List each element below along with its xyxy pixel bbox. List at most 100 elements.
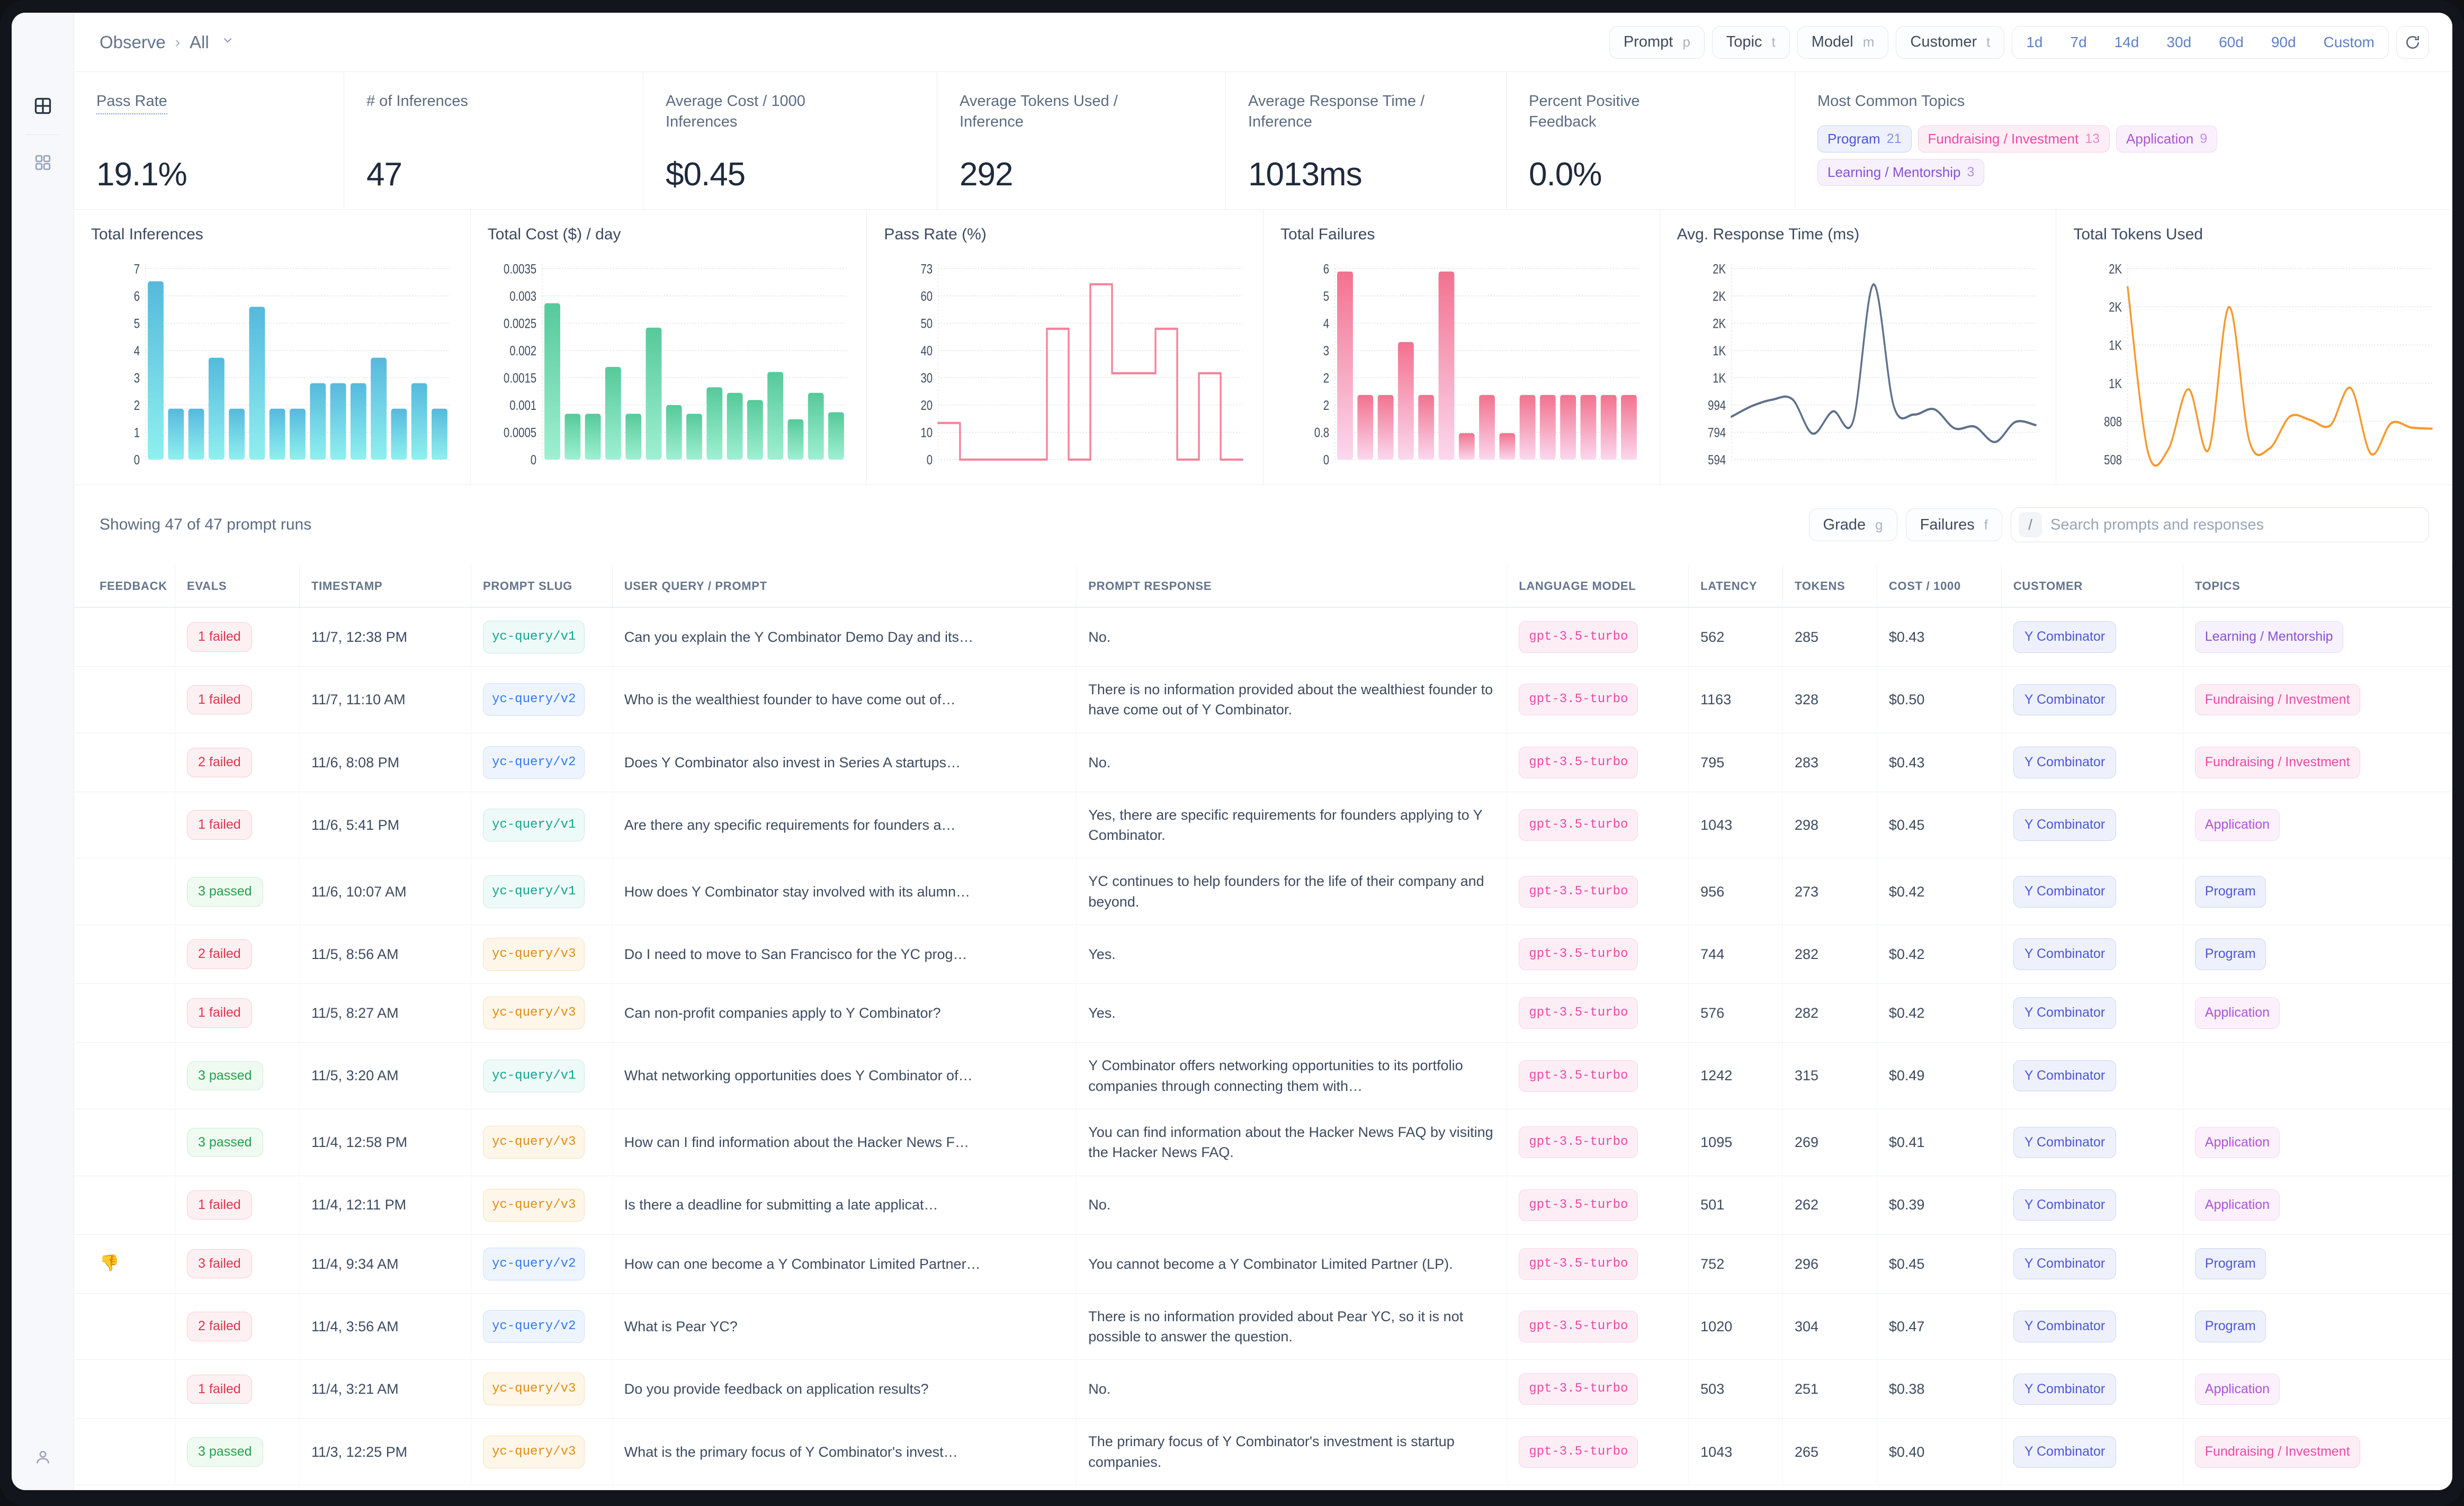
- table-row[interactable]: 3 passed 11/6, 10:07 AM yc-query/v1 How doe…: [74, 858, 2452, 926]
- evals-badge[interactable]: 3 failed: [187, 1249, 252, 1279]
- customer-chip[interactable]: Y Combinator: [2013, 1189, 2117, 1221]
- search-input[interactable]: [2050, 516, 2421, 534]
- col-topics[interactable]: TOPICS: [2183, 564, 2452, 608]
- table-row[interactable]: 2 failed 11/4, 3:56 AM yc-query/v2 What is …: [74, 1293, 2452, 1360]
- prompt-slug-chip[interactable]: yc-query/v3: [482, 1373, 585, 1406]
- customer-chip[interactable]: Y Combinator: [2013, 621, 2117, 653]
- col-prompt-response[interactable]: PROMPT RESPONSE: [1076, 564, 1508, 608]
- evals-badge[interactable]: 1 failed: [187, 998, 252, 1028]
- prompt-slug-chip[interactable]: yc-query/v2: [482, 683, 585, 716]
- topic-chip[interactable]: Learning / Mentorship 3: [1817, 159, 1985, 186]
- grade-button[interactable]: Grade g: [1808, 508, 1897, 541]
- evals-badge[interactable]: 2 failed: [187, 939, 252, 969]
- table-row[interactable]: 1 failed 11/6, 5:41 PM yc-query/v1 Are ther…: [74, 792, 2452, 859]
- dashboard-grid-icon[interactable]: [29, 92, 57, 120]
- prompt-slug-chip[interactable]: yc-query/v1: [482, 809, 585, 842]
- prompt-slug-chip[interactable]: yc-query/v3: [482, 1188, 585, 1222]
- range-1d[interactable]: 1d: [2012, 26, 2056, 58]
- customer-chip[interactable]: Y Combinator: [2013, 1436, 2117, 1468]
- topic-chip[interactable]: Fundraising / Investment: [2194, 684, 2360, 716]
- customer-chip[interactable]: Y Combinator: [2013, 1373, 2117, 1405]
- language-model-chip[interactable]: gpt-3.5-turbo: [1519, 997, 1638, 1029]
- topic-chip[interactable]: Application: [2194, 1126, 2280, 1159]
- topic-chip[interactable]: Program: [2194, 876, 2266, 908]
- customer-chip[interactable]: Y Combinator: [2013, 809, 2117, 841]
- col-language-model[interactable]: LANGUAGE MODEL: [1507, 564, 1689, 608]
- col-feedback[interactable]: FEEDBACK: [74, 564, 176, 608]
- col-cost[interactable]: COST / 1000: [1877, 564, 2002, 608]
- table-row[interactable]: 1 failed 11/7, 11:10 AM yc-query/v2 Who is …: [74, 666, 2452, 733]
- topic-chip[interactable]: Program: [2194, 938, 2266, 970]
- breadcrumb-all[interactable]: All: [190, 32, 209, 52]
- customer-chip[interactable]: Y Combinator: [2013, 1311, 2117, 1342]
- customer-chip[interactable]: Y Combinator: [2013, 1248, 2117, 1280]
- topic-chip[interactable]: Program 21: [1817, 126, 1912, 153]
- evals-badge[interactable]: 1 failed: [187, 810, 252, 840]
- col-timestamp[interactable]: TIMESTAMP: [299, 564, 471, 608]
- evals-badge[interactable]: 3 passed: [187, 1437, 263, 1467]
- col-evals[interactable]: EVALS: [175, 564, 300, 608]
- prompt-slug-chip[interactable]: yc-query/v1: [482, 1059, 585, 1092]
- range-60d[interactable]: 60d: [2205, 26, 2257, 58]
- topic-chip[interactable]: Application: [2194, 1189, 2280, 1221]
- breadcrumb-observe[interactable]: Observe: [100, 32, 166, 52]
- evals-badge[interactable]: 1 failed: [187, 1374, 252, 1404]
- thumbs-down-icon[interactable]: 👎: [100, 1254, 119, 1272]
- customer-chip[interactable]: Y Combinator: [2013, 1126, 2117, 1159]
- table-row[interactable]: 3 passed 11/4, 12:58 PM yc-query/v3 How can…: [74, 1109, 2452, 1176]
- topic-chip[interactable]: Program: [2194, 1311, 2266, 1342]
- evals-badge[interactable]: 1 failed: [187, 1190, 252, 1220]
- prompt-slug-chip[interactable]: yc-query/v2: [482, 1247, 585, 1280]
- evals-badge[interactable]: 3 passed: [187, 1127, 263, 1158]
- language-model-chip[interactable]: gpt-3.5-turbo: [1519, 746, 1638, 778]
- topic-chip[interactable]: Learning / Mentorship: [2194, 621, 2343, 653]
- evals-badge[interactable]: 3 passed: [187, 877, 263, 907]
- topic-chip[interactable]: Program: [2194, 1248, 2266, 1280]
- table-row[interactable]: 👎 3 failed 11/4, 9:34 AM yc-query/v2 How can…: [74, 1234, 2452, 1294]
- customer-chip[interactable]: Y Combinator: [2013, 684, 2117, 716]
- table-row[interactable]: 1 failed 11/5, 8:27 AM yc-query/v3 Can non-…: [74, 983, 2452, 1043]
- table-row[interactable]: 2 failed 11/6, 8:08 PM yc-query/v2 Does Y C…: [74, 733, 2452, 792]
- customer-chip[interactable]: Y Combinator: [2013, 938, 2117, 970]
- prompt-slug-chip[interactable]: yc-query/v3: [482, 938, 585, 971]
- topic-chip[interactable]: Fundraising / Investment: [2194, 1436, 2360, 1468]
- evals-badge[interactable]: 2 failed: [187, 1312, 252, 1341]
- table-row[interactable]: 1 failed 11/4, 12:11 PM yc-query/v3 Is ther…: [74, 1176, 2452, 1235]
- col-customer[interactable]: CUSTOMER: [2001, 564, 2183, 608]
- filter-model-button[interactable]: Model m: [1797, 25, 1889, 59]
- col-latency[interactable]: LATENCY: [1688, 564, 1783, 608]
- language-model-chip[interactable]: gpt-3.5-turbo: [1519, 809, 1638, 841]
- topic-chip[interactable]: Application: [2194, 1373, 2280, 1405]
- customer-chip[interactable]: Y Combinator: [2013, 1060, 2117, 1092]
- customer-chip[interactable]: Y Combinator: [2013, 997, 2117, 1029]
- language-model-chip[interactable]: gpt-3.5-turbo: [1519, 1311, 1638, 1343]
- language-model-chip[interactable]: gpt-3.5-turbo: [1519, 1436, 1638, 1468]
- prompt-slug-chip[interactable]: yc-query/v2: [482, 746, 585, 779]
- filter-customer-button[interactable]: Customer t: [1896, 25, 2005, 59]
- search-box[interactable]: /: [2011, 507, 2429, 542]
- filter-topic-button[interactable]: Topic t: [1712, 25, 1790, 59]
- prompt-slug-chip[interactable]: yc-query/v1: [482, 875, 585, 908]
- filter-prompt-button[interactable]: Prompt p: [1609, 25, 1705, 59]
- evals-badge[interactable]: 2 failed: [187, 748, 252, 777]
- language-model-chip[interactable]: gpt-3.5-turbo: [1519, 1373, 1638, 1405]
- language-model-chip[interactable]: gpt-3.5-turbo: [1519, 1060, 1638, 1092]
- prompt-slug-chip[interactable]: yc-query/v3: [482, 1435, 585, 1468]
- customer-chip[interactable]: Y Combinator: [2013, 747, 2117, 778]
- evals-badge[interactable]: 3 passed: [187, 1061, 263, 1091]
- table-row[interactable]: 2 failed 11/5, 8:56 AM yc-query/v3 Do I nee…: [74, 925, 2452, 984]
- refresh-icon[interactable]: [2396, 25, 2429, 59]
- user-account-icon[interactable]: [29, 1444, 57, 1471]
- language-model-chip[interactable]: gpt-3.5-turbo: [1519, 621, 1638, 653]
- prompt-slug-chip[interactable]: yc-query/v1: [482, 621, 585, 654]
- range-7d[interactable]: 7d: [2057, 26, 2101, 58]
- failures-button[interactable]: Failures f: [1905, 508, 2002, 541]
- table-row[interactable]: 1 failed 11/7, 12:38 PM yc-query/v1 Can you…: [74, 607, 2452, 667]
- language-model-chip[interactable]: gpt-3.5-turbo: [1519, 1126, 1638, 1159]
- topic-chip[interactable]: Fundraising / Investment 13: [1918, 126, 2110, 153]
- language-model-chip[interactable]: gpt-3.5-turbo: [1519, 1248, 1638, 1280]
- range-14d[interactable]: 14d: [2101, 26, 2153, 58]
- apps-grid-icon[interactable]: [29, 149, 57, 176]
- table-row[interactable]: 3 passed 11/5, 3:20 AM yc-query/v1 What net…: [74, 1042, 2452, 1109]
- evals-badge[interactable]: 1 failed: [187, 622, 252, 652]
